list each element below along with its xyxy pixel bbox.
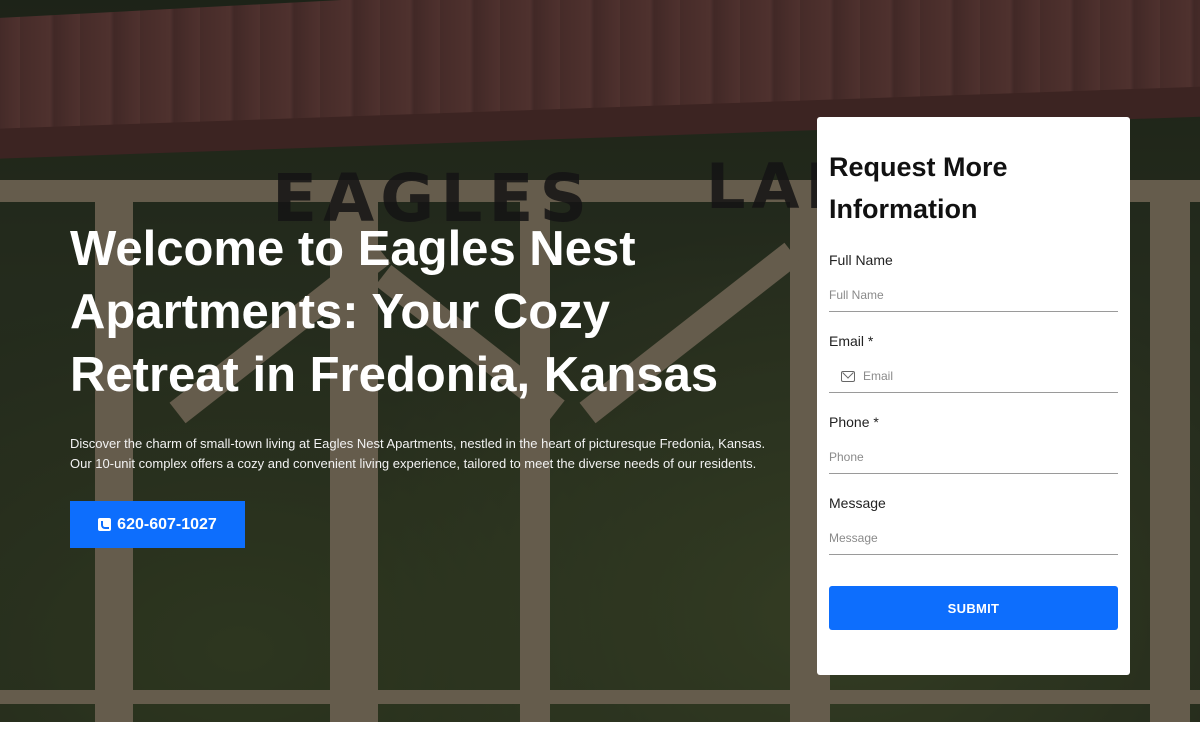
message-label: Message bbox=[829, 495, 886, 511]
email-input[interactable] bbox=[829, 359, 1118, 393]
request-info-form: Request More Information Full Name Email… bbox=[817, 117, 1130, 675]
message-input[interactable] bbox=[829, 521, 1118, 555]
phone-input[interactable] bbox=[829, 440, 1118, 474]
hero-section: EAGLES LAN Welcome to Eagles Nest Apartm… bbox=[0, 0, 1200, 722]
call-phone-label: 620-607-1027 bbox=[117, 515, 217, 533]
full-name-label: Full Name bbox=[829, 252, 893, 268]
submit-button[interactable]: SUBMIT bbox=[829, 586, 1118, 630]
hero-headline: Welcome to Eagles Nest Apartments: Your … bbox=[70, 222, 719, 402]
hero-description: Discover the charm of small-town living … bbox=[70, 436, 766, 471]
phone-square-icon bbox=[98, 518, 112, 531]
full-name-input[interactable] bbox=[829, 278, 1118, 312]
call-phone-button[interactable]: 620-607-1027 bbox=[70, 501, 245, 548]
email-label: Email * bbox=[829, 333, 874, 349]
phone-label: Phone * bbox=[829, 414, 879, 430]
form-title: Request More Information bbox=[829, 152, 1008, 224]
